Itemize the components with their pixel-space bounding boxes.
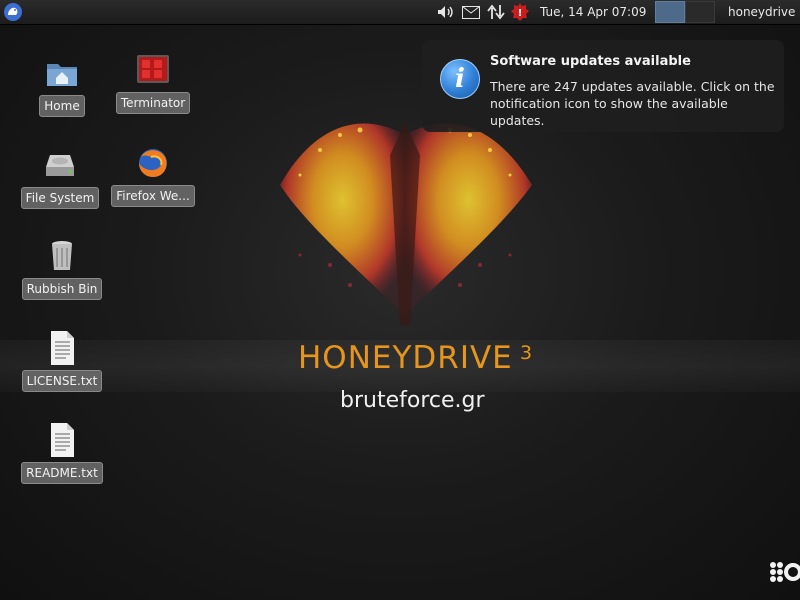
desktop-icon-label: File System xyxy=(20,187,100,209)
desktop-icon-readme-txt[interactable]: README.txt xyxy=(17,422,107,488)
wallpaper-brand-version: 3 xyxy=(520,342,533,364)
update-badge: ! xyxy=(518,8,523,19)
terminal-icon xyxy=(135,52,171,88)
corner-dots-logo xyxy=(770,562,800,582)
wallpaper-brand: HONEYDRIVE xyxy=(298,340,513,376)
wallpaper-site: bruteforce.gr xyxy=(340,388,485,413)
user-menu[interactable]: honeydrive xyxy=(728,0,795,24)
trash-icon xyxy=(44,238,80,274)
text-file-icon xyxy=(44,330,80,366)
desktop-icon-label: Terminator xyxy=(115,92,191,114)
workspace-1[interactable] xyxy=(655,1,685,23)
clock[interactable]: Tue, 14 Apr 07:09 xyxy=(540,0,646,24)
desktop-icon-home[interactable]: Home xyxy=(17,55,107,121)
notification-title: Software updates available xyxy=(490,54,691,69)
firefox-icon xyxy=(135,145,171,181)
desktop-icon-label: LICENSE.txt xyxy=(21,370,103,392)
info-icon: i xyxy=(440,59,480,99)
desktop-icon-label: README.txt xyxy=(21,462,103,484)
notification-body: There are 247 updates available. Click o… xyxy=(490,79,775,128)
desktop-icon-label: Rubbish Bin xyxy=(21,278,103,300)
mail-icon[interactable] xyxy=(460,3,482,21)
volume-icon[interactable] xyxy=(436,3,456,21)
applications-menu-button[interactable] xyxy=(3,2,23,22)
desktop-icon-label: Firefox We... xyxy=(111,185,195,207)
desktop-icon-terminator[interactable]: Terminator xyxy=(108,52,198,118)
xfce-mouse-icon xyxy=(4,3,22,21)
desktop-icon-firefox[interactable]: Firefox We... xyxy=(108,145,198,211)
text-file-icon xyxy=(44,422,80,458)
desktop-icon-file-system[interactable]: File System xyxy=(15,147,105,213)
home-folder-icon xyxy=(44,55,80,91)
update-notifier-icon[interactable]: ! xyxy=(509,3,531,21)
desktop-icon-license-txt[interactable]: LICENSE.txt xyxy=(17,330,107,396)
top-panel: ! Tue, 14 Apr 07:09 honeydrive xyxy=(0,0,800,25)
update-notification[interactable]: i Software updates available There are 2… xyxy=(422,40,784,132)
workspace-2[interactable] xyxy=(685,1,715,23)
drive-icon xyxy=(42,147,78,183)
desktop-icon-label: Home xyxy=(39,95,85,117)
desktop-icon-rubbish-bin[interactable]: Rubbish Bin xyxy=(17,238,107,304)
network-icon[interactable] xyxy=(485,3,507,21)
